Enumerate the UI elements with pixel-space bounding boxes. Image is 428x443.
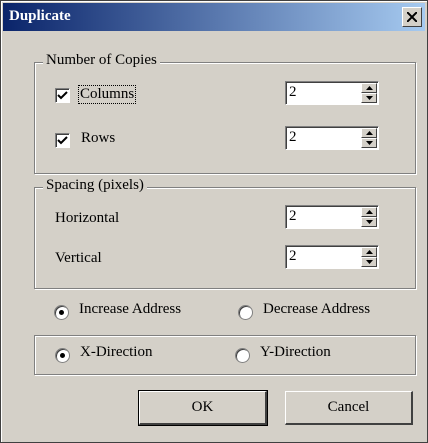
rows-down-button[interactable] bbox=[361, 138, 377, 148]
duplicate-dialog: Duplicate Number of Copies Columns 2 Row… bbox=[0, 0, 428, 443]
x-direction-radio[interactable] bbox=[55, 348, 70, 363]
radio-selected-dot bbox=[59, 310, 64, 315]
vertical-down-button[interactable] bbox=[361, 257, 377, 267]
increase-address-radio[interactable] bbox=[54, 305, 69, 320]
rows-checkbox[interactable] bbox=[55, 133, 70, 148]
decrease-address-radio[interactable] bbox=[238, 305, 253, 320]
columns-label[interactable]: Columns bbox=[78, 85, 137, 104]
spacing-group: Spacing (pixels) Horizontal 2 Vertical 2 bbox=[34, 177, 416, 289]
arrow-down-icon bbox=[366, 260, 373, 264]
y-direction-label[interactable]: Y-Direction bbox=[260, 344, 331, 361]
columns-checkbox[interactable] bbox=[55, 88, 70, 103]
rows-label[interactable]: Rows bbox=[81, 130, 115, 147]
spacing-legend: Spacing (pixels) bbox=[43, 177, 147, 194]
columns-up-button[interactable] bbox=[361, 83, 377, 93]
vertical-label: Vertical bbox=[55, 250, 102, 266]
rows-spinbox[interactable]: 2 bbox=[285, 126, 379, 150]
cancel-button[interactable]: Cancel bbox=[285, 391, 413, 425]
arrow-up-icon bbox=[366, 210, 373, 214]
columns-value[interactable]: 2 bbox=[289, 84, 297, 101]
columns-spinbox[interactable]: 2 bbox=[285, 81, 379, 105]
horizontal-up-button[interactable] bbox=[361, 207, 377, 217]
horizontal-down-button[interactable] bbox=[361, 217, 377, 227]
title-bar[interactable]: Duplicate bbox=[3, 3, 425, 31]
close-button[interactable] bbox=[402, 7, 422, 27]
rows-value[interactable]: 2 bbox=[289, 129, 297, 146]
horizontal-spinbox[interactable]: 2 bbox=[285, 205, 379, 229]
arrow-up-icon bbox=[366, 250, 373, 254]
copies-legend: Number of Copies bbox=[43, 52, 160, 69]
horizontal-value[interactable]: 2 bbox=[289, 208, 297, 225]
arrow-down-icon bbox=[366, 96, 373, 100]
rows-up-button[interactable] bbox=[361, 128, 377, 138]
increase-address-label[interactable]: Increase Address bbox=[79, 301, 181, 318]
y-direction-radio[interactable] bbox=[235, 348, 250, 363]
direction-group: X-Direction Y-Direction bbox=[34, 335, 416, 375]
x-direction-label[interactable]: X-Direction bbox=[80, 344, 152, 361]
ok-button[interactable]: OK bbox=[138, 390, 268, 426]
checkmark-icon bbox=[57, 136, 68, 145]
checkmark-icon bbox=[57, 91, 68, 100]
vertical-up-button[interactable] bbox=[361, 247, 377, 257]
vertical-spinbox[interactable]: 2 bbox=[285, 245, 379, 269]
copies-group: Number of Copies Columns 2 Rows 2 bbox=[34, 52, 416, 174]
vertical-value[interactable]: 2 bbox=[289, 248, 297, 265]
radio-selected-dot bbox=[60, 353, 65, 358]
arrow-down-icon bbox=[366, 220, 373, 224]
window-title: Duplicate bbox=[9, 8, 71, 24]
columns-down-button[interactable] bbox=[361, 93, 377, 103]
arrow-down-icon bbox=[366, 141, 373, 145]
decrease-address-label[interactable]: Decrease Address bbox=[263, 301, 370, 318]
arrow-up-icon bbox=[366, 131, 373, 135]
horizontal-label: Horizontal bbox=[55, 210, 120, 226]
close-icon bbox=[407, 12, 417, 22]
arrow-up-icon bbox=[366, 86, 373, 90]
